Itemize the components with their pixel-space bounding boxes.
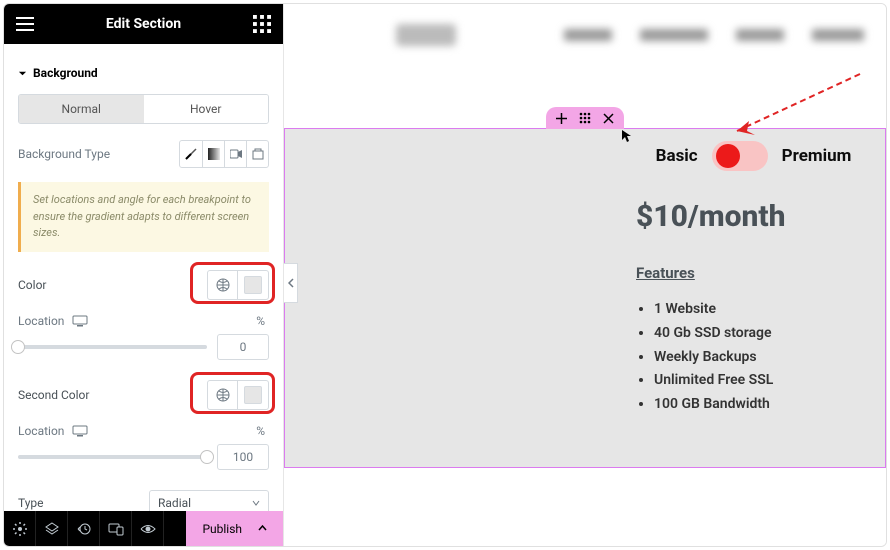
- panel-body: Background Normal Hover Background Type …: [4, 44, 283, 511]
- location2-slider[interactable]: [18, 455, 207, 459]
- bg-type-label: Background Type: [18, 147, 110, 161]
- feature-item: 100 GB Bandwidth: [654, 393, 871, 417]
- globe-icon[interactable]: [208, 271, 238, 299]
- responsive-desktop-icon[interactable]: [72, 425, 88, 437]
- second-color-swatch[interactable]: [238, 381, 268, 409]
- settings-icon[interactable]: [4, 511, 36, 546]
- bg-type-group: [179, 140, 269, 168]
- responsive-desktop-icon[interactable]: [72, 315, 88, 327]
- panel-title: Edit Section: [34, 16, 253, 32]
- bg-type-gradient-icon[interactable]: [202, 141, 224, 167]
- preview-stage: Basic Premium $10/month Features 1 Websi…: [284, 4, 886, 546]
- second-color-picker[interactable]: [207, 380, 269, 410]
- caret-down-icon: [18, 69, 27, 78]
- bg-type-classic-icon[interactable]: [180, 141, 202, 167]
- annotation-arrow: [725, 69, 865, 142]
- state-tabs: Normal Hover: [18, 94, 269, 124]
- delete-section-icon[interactable]: [603, 113, 614, 124]
- color-label: Color: [18, 278, 46, 292]
- plan-toggle[interactable]: [712, 141, 768, 171]
- bg-type-slideshow-icon[interactable]: [246, 141, 268, 167]
- preview-eye-icon[interactable]: [132, 511, 164, 546]
- menu-icon[interactable]: [16, 15, 34, 33]
- chevron-down-icon: [252, 499, 260, 507]
- feature-item: Unlimited Free SSL: [654, 369, 871, 393]
- price-text: $10/month: [636, 199, 871, 234]
- feature-item: 40 Gb SSD storage: [654, 322, 871, 346]
- globe-icon[interactable]: [208, 381, 238, 409]
- pricing-card: Basic Premium $10/month Features 1 Websi…: [636, 141, 871, 417]
- chevron-left-icon: [288, 278, 294, 288]
- bg-type-video-icon[interactable]: [224, 141, 246, 167]
- feature-item: Weekly Backups: [654, 346, 871, 370]
- features-heading: Features: [636, 264, 871, 282]
- add-section-icon[interactable]: [556, 113, 567, 124]
- drag-handle-icon[interactable]: [579, 112, 591, 124]
- plan-toggle-row: Basic Premium: [636, 141, 871, 171]
- responsive-mode-icon[interactable]: [100, 511, 132, 546]
- second-color-label: Second Color: [18, 388, 89, 402]
- section-toolbar: [546, 107, 624, 129]
- cursor-icon: [621, 129, 635, 146]
- unit-toggle[interactable]: %: [256, 314, 269, 328]
- features-list: 1 Website 40 Gb SSD storage Weekly Backu…: [636, 298, 871, 417]
- panel-collapse-button[interactable]: [284, 263, 298, 303]
- editor-panel: Edit Section Background Normal Hover Bac…: [4, 4, 284, 546]
- site-topbar-blurred: [284, 4, 886, 66]
- chevron-up-icon: [258, 524, 267, 533]
- location-label: Location: [18, 314, 64, 328]
- location-slider[interactable]: [18, 345, 207, 349]
- location-value-input[interactable]: 0: [217, 334, 269, 360]
- location2-value-input[interactable]: 100: [217, 444, 269, 470]
- feature-item: 1 Website: [654, 298, 871, 322]
- tab-hover[interactable]: Hover: [144, 95, 269, 123]
- color-swatch[interactable]: [238, 271, 268, 299]
- apps-grid-icon[interactable]: [253, 15, 271, 33]
- selected-section[interactable]: Basic Premium $10/month Features 1 Websi…: [284, 128, 886, 468]
- background-section-toggle[interactable]: Background: [18, 66, 269, 80]
- color-picker[interactable]: [207, 270, 269, 300]
- navigator-icon[interactable]: [36, 511, 68, 546]
- type-label: Type: [18, 496, 44, 510]
- unit-toggle[interactable]: %: [256, 424, 269, 438]
- location2-label: Location: [18, 424, 64, 438]
- gradient-hint: Set locations and angle for each breakpo…: [18, 182, 269, 252]
- publish-button[interactable]: Publish: [186, 511, 283, 546]
- history-icon[interactable]: [68, 511, 100, 546]
- background-label: Background: [33, 66, 98, 80]
- tab-normal[interactable]: Normal: [19, 95, 144, 123]
- panel-footer: Publish: [4, 511, 283, 546]
- plan-premium-label: Premium: [782, 146, 852, 166]
- type-select[interactable]: Radial: [149, 490, 269, 512]
- plan-basic-label: Basic: [656, 146, 698, 166]
- panel-header: Edit Section: [4, 4, 283, 44]
